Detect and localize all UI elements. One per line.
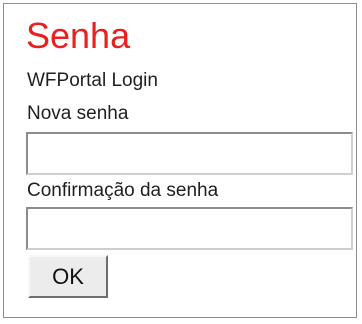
new-password-label: Nova senha — [27, 103, 129, 124]
ok-button[interactable]: OK — [28, 255, 108, 298]
login-subtitle: WFPortal Login — [27, 70, 158, 91]
new-password-field[interactable] — [26, 132, 353, 175]
page-title: Senha — [26, 15, 131, 56]
password-panel: Senha WFPortal Login Nova senha Confirma… — [3, 3, 357, 318]
confirm-password-field[interactable] — [26, 207, 353, 250]
confirm-password-label: Confirmação da senha — [27, 180, 219, 201]
